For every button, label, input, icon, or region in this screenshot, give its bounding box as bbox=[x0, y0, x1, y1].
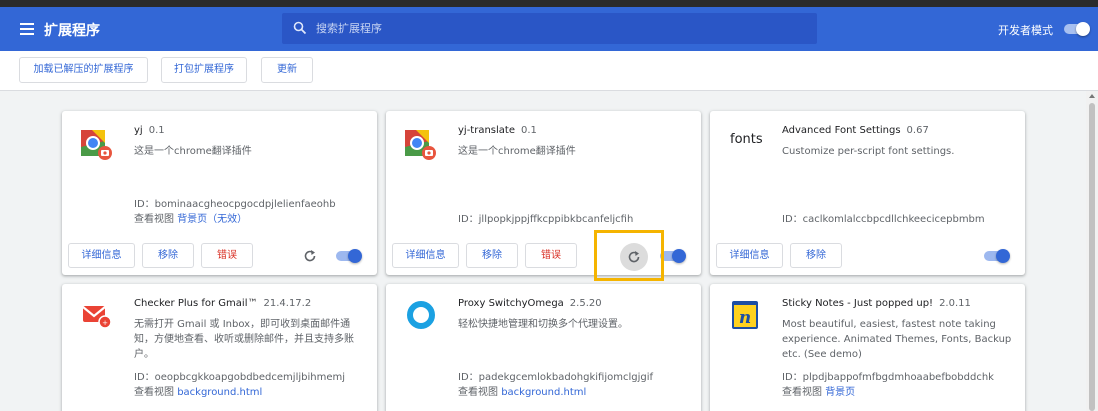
pack-extension-button[interactable]: 打包扩展程序 bbox=[161, 57, 247, 83]
extension-version: 0.1 bbox=[521, 125, 537, 136]
inspect-views: 查看视图 背景页 bbox=[782, 387, 856, 398]
extension-version: 0.67 bbox=[906, 125, 929, 136]
chrome-translate-icon bbox=[405, 130, 436, 160]
extension-card-checker-plus-gmail: + Checker Plus for Gmail™ 21.4.17.2 无需打开 … bbox=[62, 284, 377, 411]
extension-id: ID：plpdjbappofmfbgdmhoaabefbobddchk bbox=[782, 372, 994, 383]
extension-id: ID：caclkomlalccbpcdllchkeecicepbmbm bbox=[782, 214, 985, 225]
details-button[interactable]: 详细信息 bbox=[392, 243, 459, 268]
extension-name: yj 0.1 bbox=[134, 125, 165, 136]
background-page-link[interactable]: background.html bbox=[501, 387, 586, 398]
app-header: 扩展程序 开发者模式 bbox=[0, 7, 1098, 51]
load-unpacked-button[interactable]: 加载已解压的扩展程序 bbox=[19, 57, 148, 83]
dev-mode-toggle[interactable] bbox=[1064, 22, 1090, 36]
enable-toggle[interactable] bbox=[984, 249, 1010, 263]
details-button[interactable]: 详细信息 bbox=[68, 243, 135, 268]
extension-card-sticky-notes: n Sticky Notes - Just popped up! 2.0.11 M… bbox=[710, 284, 1025, 411]
extension-name: Proxy SwitchyOmega 2.5.20 bbox=[458, 298, 602, 309]
extension-description: 这是一个chrome翻译插件 bbox=[134, 146, 252, 157]
background-page-link[interactable]: 背景页 bbox=[825, 387, 855, 398]
search-input[interactable] bbox=[316, 18, 796, 39]
extension-version: 0.1 bbox=[148, 125, 165, 136]
extension-id: ID：padekgcemlokbadohgkifijomclgjgif bbox=[458, 372, 654, 383]
scroll-up-arrow-icon[interactable] bbox=[1089, 94, 1095, 98]
gmail-checker-icon: + bbox=[82, 306, 112, 329]
extension-card-proxy-switchyomega: Proxy SwitchyOmega 2.5.20 轻松快捷地管理和切换多个代理设… bbox=[386, 284, 701, 411]
inspect-views: 查看视图 background.html bbox=[134, 387, 263, 398]
extension-version: 2.0.11 bbox=[939, 298, 971, 309]
highlight-annotation bbox=[594, 230, 664, 281]
enable-toggle[interactable] bbox=[336, 249, 362, 263]
page-title: 扩展程序 bbox=[44, 23, 100, 39]
inspect-views: 查看视图 background.html bbox=[458, 387, 587, 398]
extension-description: 无需打开 Gmail 或 Inbox，即可收到桌面邮件通知，方便地查看、收听或删… bbox=[134, 319, 354, 360]
extension-description: Customize per-script font settings. bbox=[782, 146, 955, 157]
extension-version: 2.5.20 bbox=[569, 298, 602, 309]
sticky-notes-icon: n bbox=[732, 301, 758, 329]
fonts-icon: fonts bbox=[730, 132, 763, 147]
menu-icon[interactable] bbox=[20, 23, 34, 35]
extension-name: yj-translate 0.1 bbox=[458, 125, 537, 136]
extension-id: ID：jllpopkjppjffkcppibkbcanfeljcfih bbox=[458, 214, 634, 225]
extension-description: Most beautiful, easiest, fastest note ta… bbox=[782, 319, 1012, 360]
action-toolbar: 加载已解压的扩展程序 打包扩展程序 更新 bbox=[0, 51, 1098, 91]
background-page-link[interactable]: background.html bbox=[177, 387, 262, 398]
switchyomega-icon bbox=[407, 301, 435, 329]
scrollbar-thumb[interactable] bbox=[1089, 103, 1095, 411]
extension-card-advanced-font-settings: fonts Advanced Font Settings 0.67 Customi… bbox=[710, 111, 1025, 275]
background-page-link[interactable]: 背景页（无效） bbox=[177, 214, 247, 225]
extension-card-yj: yj 0.1 这是一个chrome翻译插件 ID：bominaacgheocpgo… bbox=[62, 111, 377, 275]
remove-button[interactable]: 移除 bbox=[790, 243, 842, 268]
svg-text:+: + bbox=[102, 319, 108, 327]
dev-mode-label: 开发者模式 bbox=[998, 24, 1053, 37]
extension-name: Advanced Font Settings 0.67 bbox=[782, 125, 929, 136]
errors-button[interactable]: 错误 bbox=[525, 243, 577, 268]
errors-button[interactable]: 错误 bbox=[201, 243, 253, 268]
window-top-strip bbox=[0, 0, 1098, 7]
remove-button[interactable]: 移除 bbox=[466, 243, 518, 268]
search-icon bbox=[293, 21, 307, 35]
extension-description: 轻松快捷地管理和切换多个代理设置。 bbox=[458, 319, 628, 330]
extension-id: ID：bominaacgheocpgocdpjlelienfaeohb bbox=[134, 199, 336, 210]
inspect-views: 查看视图 背景页（无效） bbox=[134, 214, 248, 225]
search-box[interactable] bbox=[282, 13, 817, 44]
extension-description: 这是一个chrome翻译插件 bbox=[458, 146, 576, 157]
remove-button[interactable]: 移除 bbox=[142, 243, 194, 268]
details-button[interactable]: 详细信息 bbox=[716, 243, 783, 268]
chrome-translate-icon bbox=[81, 130, 112, 160]
update-button[interactable]: 更新 bbox=[261, 57, 313, 83]
extension-name: Sticky Notes - Just popped up! 2.0.11 bbox=[782, 298, 971, 309]
extension-version: 21.4.17.2 bbox=[263, 298, 312, 309]
reload-icon[interactable] bbox=[299, 245, 321, 267]
extension-id: ID：oeopbcgkkoapgobdbedcemjljbihmemj bbox=[134, 372, 346, 383]
extension-name: Checker Plus for Gmail™ 21.4.17.2 bbox=[134, 298, 312, 309]
page-scrollbar[interactable] bbox=[1086, 91, 1098, 411]
svg-text:n: n bbox=[739, 308, 751, 328]
